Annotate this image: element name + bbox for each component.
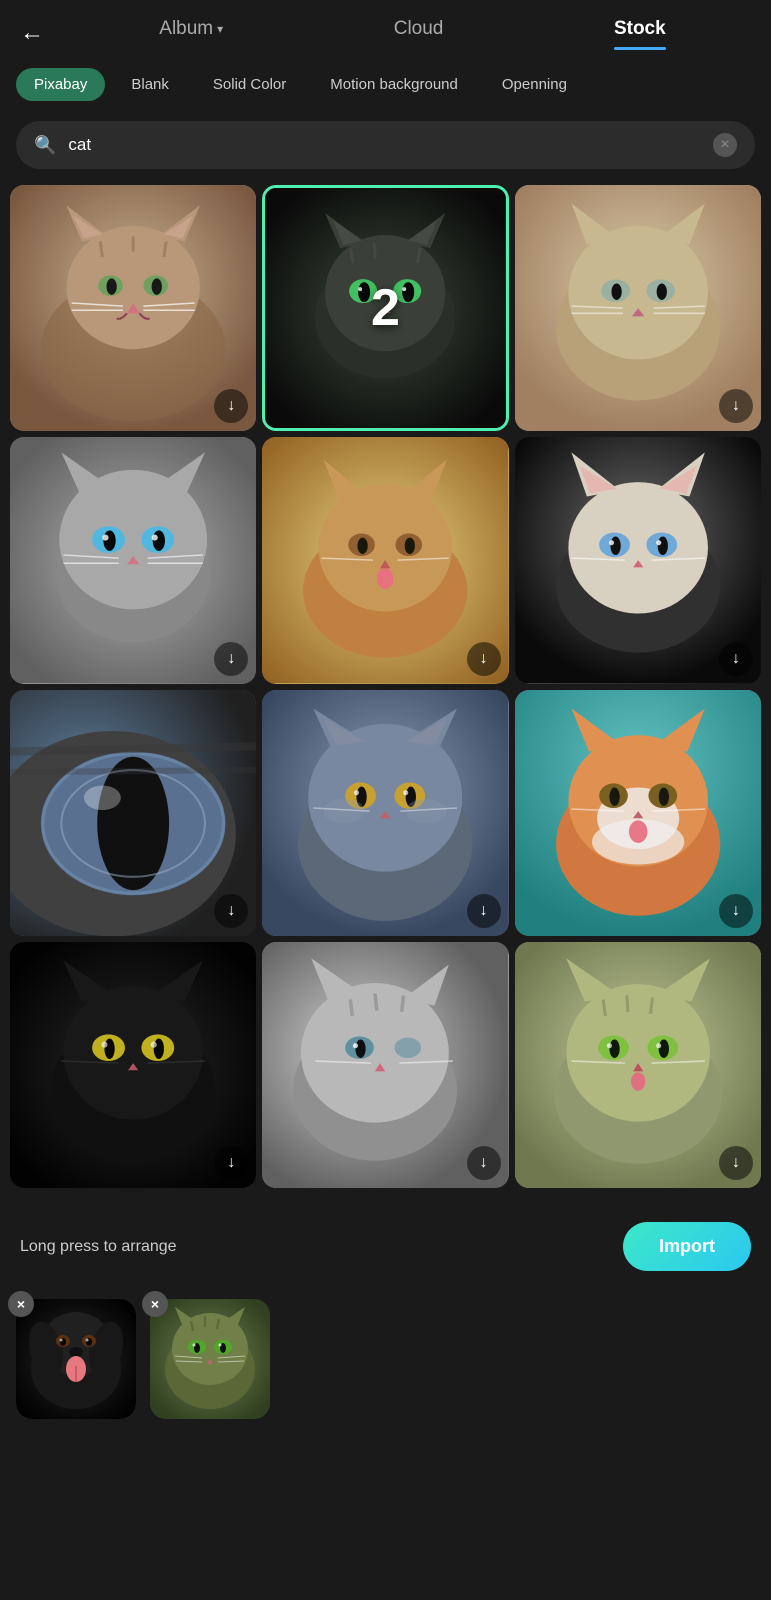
tab-cloud[interactable]: Cloud	[394, 18, 444, 48]
arrange-hint: Long press to arrange	[20, 1238, 177, 1256]
grid-item-10[interactable]: ↓	[10, 942, 256, 1188]
search-icon: 🔍	[34, 135, 56, 156]
grid-item-8[interactable]: ↓	[262, 690, 508, 936]
bottom-bar: Long press to arrange Import	[0, 1204, 771, 1289]
image-grid: ↓	[0, 185, 771, 1188]
selected-image-2	[150, 1299, 270, 1419]
search-bar: 🔍 ×	[16, 121, 755, 169]
download-button-9[interactable]: ↓	[719, 894, 753, 928]
subtab-blank[interactable]: Blank	[113, 68, 187, 101]
grid-item-7[interactable]: ↓	[10, 690, 256, 936]
grid-item-11[interactable]: ↓	[262, 942, 508, 1188]
clear-search-button[interactable]: ×	[713, 133, 737, 157]
selected-items-row: ×	[0, 1289, 771, 1439]
subtab-opening[interactable]: Openning	[484, 68, 585, 101]
search-input[interactable]	[68, 135, 701, 155]
sub-tabs: Pixabay Blank Solid Color Motion backgro…	[0, 58, 771, 111]
grid-item-4[interactable]: ↓	[10, 437, 256, 683]
grid-item-1[interactable]: ↓	[10, 185, 256, 431]
download-button-6[interactable]: ↓	[719, 642, 753, 676]
grid-item-12[interactable]: ↓	[515, 942, 761, 1188]
download-button-4[interactable]: ↓	[214, 642, 248, 676]
selection-number-2: 2	[371, 278, 400, 338]
subtab-solid-color[interactable]: Solid Color	[195, 68, 304, 101]
grid-item-5[interactable]: ↓	[262, 437, 508, 683]
tab-stock[interactable]: Stock	[614, 18, 666, 48]
download-button-5[interactable]: ↓	[467, 642, 501, 676]
tab-album[interactable]: Album ▾	[159, 18, 223, 48]
nav-tabs: Album ▾ Cloud Stock	[74, 18, 751, 48]
subtab-pixabay[interactable]: Pixabay	[16, 68, 105, 101]
selected-item-1[interactable]: ×	[16, 1299, 136, 1419]
grid-item-6[interactable]: ↓	[515, 437, 761, 683]
dropdown-arrow-icon: ▾	[217, 22, 223, 36]
download-button-11[interactable]: ↓	[467, 1146, 501, 1180]
back-button[interactable]: ←	[20, 21, 44, 45]
header: ← Album ▾ Cloud Stock	[0, 0, 771, 58]
grid-item-3[interactable]: ↓	[515, 185, 761, 431]
import-button[interactable]: Import	[623, 1222, 751, 1271]
selected-image-1	[16, 1299, 136, 1419]
selected-item-2[interactable]: ×	[150, 1299, 270, 1419]
subtab-motion-background[interactable]: Motion background	[312, 68, 476, 101]
grid-item-9[interactable]: ↓	[515, 690, 761, 936]
grid-item-2[interactable]: 2	[262, 185, 508, 431]
download-button-8[interactable]: ↓	[467, 894, 501, 928]
